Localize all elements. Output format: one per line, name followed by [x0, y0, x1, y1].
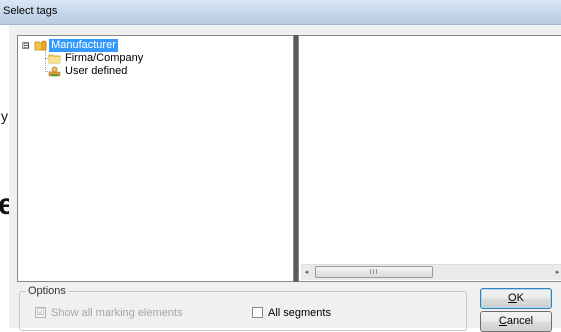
- ok-mnemonic: O: [508, 292, 517, 304]
- database-folder-icon: [34, 40, 47, 51]
- show-all-marking-elements-label: Show all marking elements: [51, 307, 183, 319]
- tree-item-label: User defined: [65, 65, 128, 77]
- show-all-marking-elements-checkbox: ☑: [35, 307, 46, 318]
- tree-item-label: Manufacturer: [49, 39, 118, 52]
- cancel-button[interactable]: Cancel: [480, 311, 552, 332]
- tree-item-manufacturer[interactable]: ⊟ Manufacturer: [22, 39, 118, 52]
- tag-tree-panel[interactable]: ⊟ Manufacturer Firma/Company User define…: [17, 35, 294, 282]
- tree-connector-line: [45, 51, 46, 72]
- options-group: Options ☑ Show all marking elements All s…: [19, 285, 467, 331]
- window-title: Select tags: [3, 5, 58, 17]
- all-segments-label[interactable]: All segments: [268, 307, 331, 319]
- tree-item-user-defined[interactable]: User defined: [48, 65, 129, 78]
- ok-label-rest: K: [516, 292, 524, 304]
- background-window-edge: y e: [0, 0, 15, 328]
- scroll-right-icon[interactable]: ▸: [552, 267, 561, 278]
- collapse-toggle-icon[interactable]: ⊟: [22, 42, 30, 50]
- tree-item-label: Firma/Company: [65, 52, 144, 64]
- scrollbar-thumb[interactable]: III: [315, 266, 433, 278]
- options-legend: Options: [26, 285, 68, 297]
- all-segments-option[interactable]: All segments: [252, 306, 331, 320]
- scroll-left-icon[interactable]: ◂: [301, 267, 312, 278]
- select-tags-dialog: Select tags ⊟ Manufacturer Firma/Company: [0, 0, 561, 332]
- background-text-small: y: [1, 108, 8, 124]
- show-all-marking-elements-option: ☑ Show all marking elements: [35, 306, 182, 320]
- grip-icon: III: [369, 269, 379, 276]
- tag-details-panel[interactable]: ◂ III ▸: [298, 35, 561, 282]
- folder-icon: [48, 53, 61, 64]
- user-icon: [48, 66, 61, 77]
- all-segments-checkbox[interactable]: [252, 307, 263, 318]
- ok-button[interactable]: OK: [480, 288, 552, 309]
- horizontal-scrollbar[interactable]: ◂ III ▸: [301, 264, 561, 280]
- tree-item-firma-company[interactable]: Firma/Company: [48, 52, 145, 65]
- cancel-mnemonic: C: [498, 315, 507, 327]
- title-bar[interactable]: Select tags: [0, 0, 561, 25]
- cancel-label-rest: ancel: [506, 315, 534, 327]
